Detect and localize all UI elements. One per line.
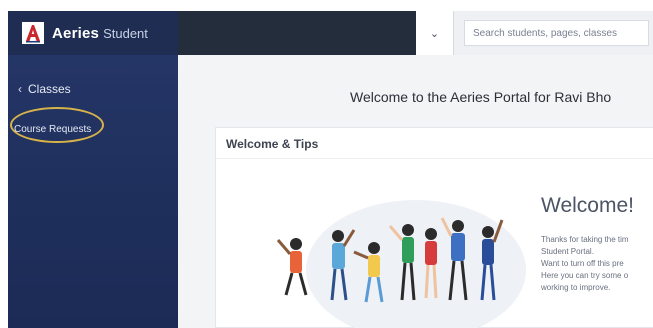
chevron-left-icon: ‹ (18, 82, 22, 96)
intro-line: Here you can try some o (541, 271, 629, 280)
intro-line: working to improve. (541, 283, 611, 292)
chevron-down-icon: ⌄ (429, 27, 440, 40)
welcome-heading: Welcome! (541, 194, 634, 217)
welcome-tips-card: Welcome & Tips Welcome! Thanks for takin… (215, 127, 653, 328)
brand-header[interactable]: Aeries Student (8, 11, 178, 55)
intro-line: Thanks for taking the tim (541, 235, 629, 244)
sidebar-item-label: Course Requests (14, 124, 92, 135)
card-divider (216, 158, 653, 159)
page-title: Welcome to the Aeries Portal for Ravi Bh… (350, 89, 612, 105)
search-input[interactable] (473, 27, 648, 39)
sidebar-item-course-requests[interactable]: Course Requests (14, 124, 91, 135)
intro-line: Student Portal. (541, 247, 594, 256)
aeries-logo-icon (22, 22, 44, 44)
main-content: Welcome to the Aeries Portal for Ravi Bh… (178, 55, 653, 328)
back-to-classes-link[interactable]: ‹ Classes (18, 82, 71, 96)
top-bar-tools: ⌄ (416, 11, 653, 55)
sidebar: Aeries Student ‹ Classes Course Requests (8, 11, 178, 328)
app-window: Aeries Student ‹ Classes Course Requests… (8, 11, 653, 328)
top-bar: ⌄ (178, 11, 653, 55)
intro-line: Want to turn off this pre (541, 259, 624, 268)
brand-subtitle: Student (103, 25, 148, 41)
search-box[interactable] (464, 20, 649, 46)
intro-text: Thanks for taking the tim Student Portal… (541, 234, 653, 294)
brand-name: Aeries (52, 24, 100, 42)
card-title: Welcome & Tips (226, 137, 319, 151)
celebration-illustration (276, 200, 526, 328)
account-dropdown[interactable]: ⌄ (416, 11, 454, 55)
back-label: Classes (28, 82, 71, 96)
